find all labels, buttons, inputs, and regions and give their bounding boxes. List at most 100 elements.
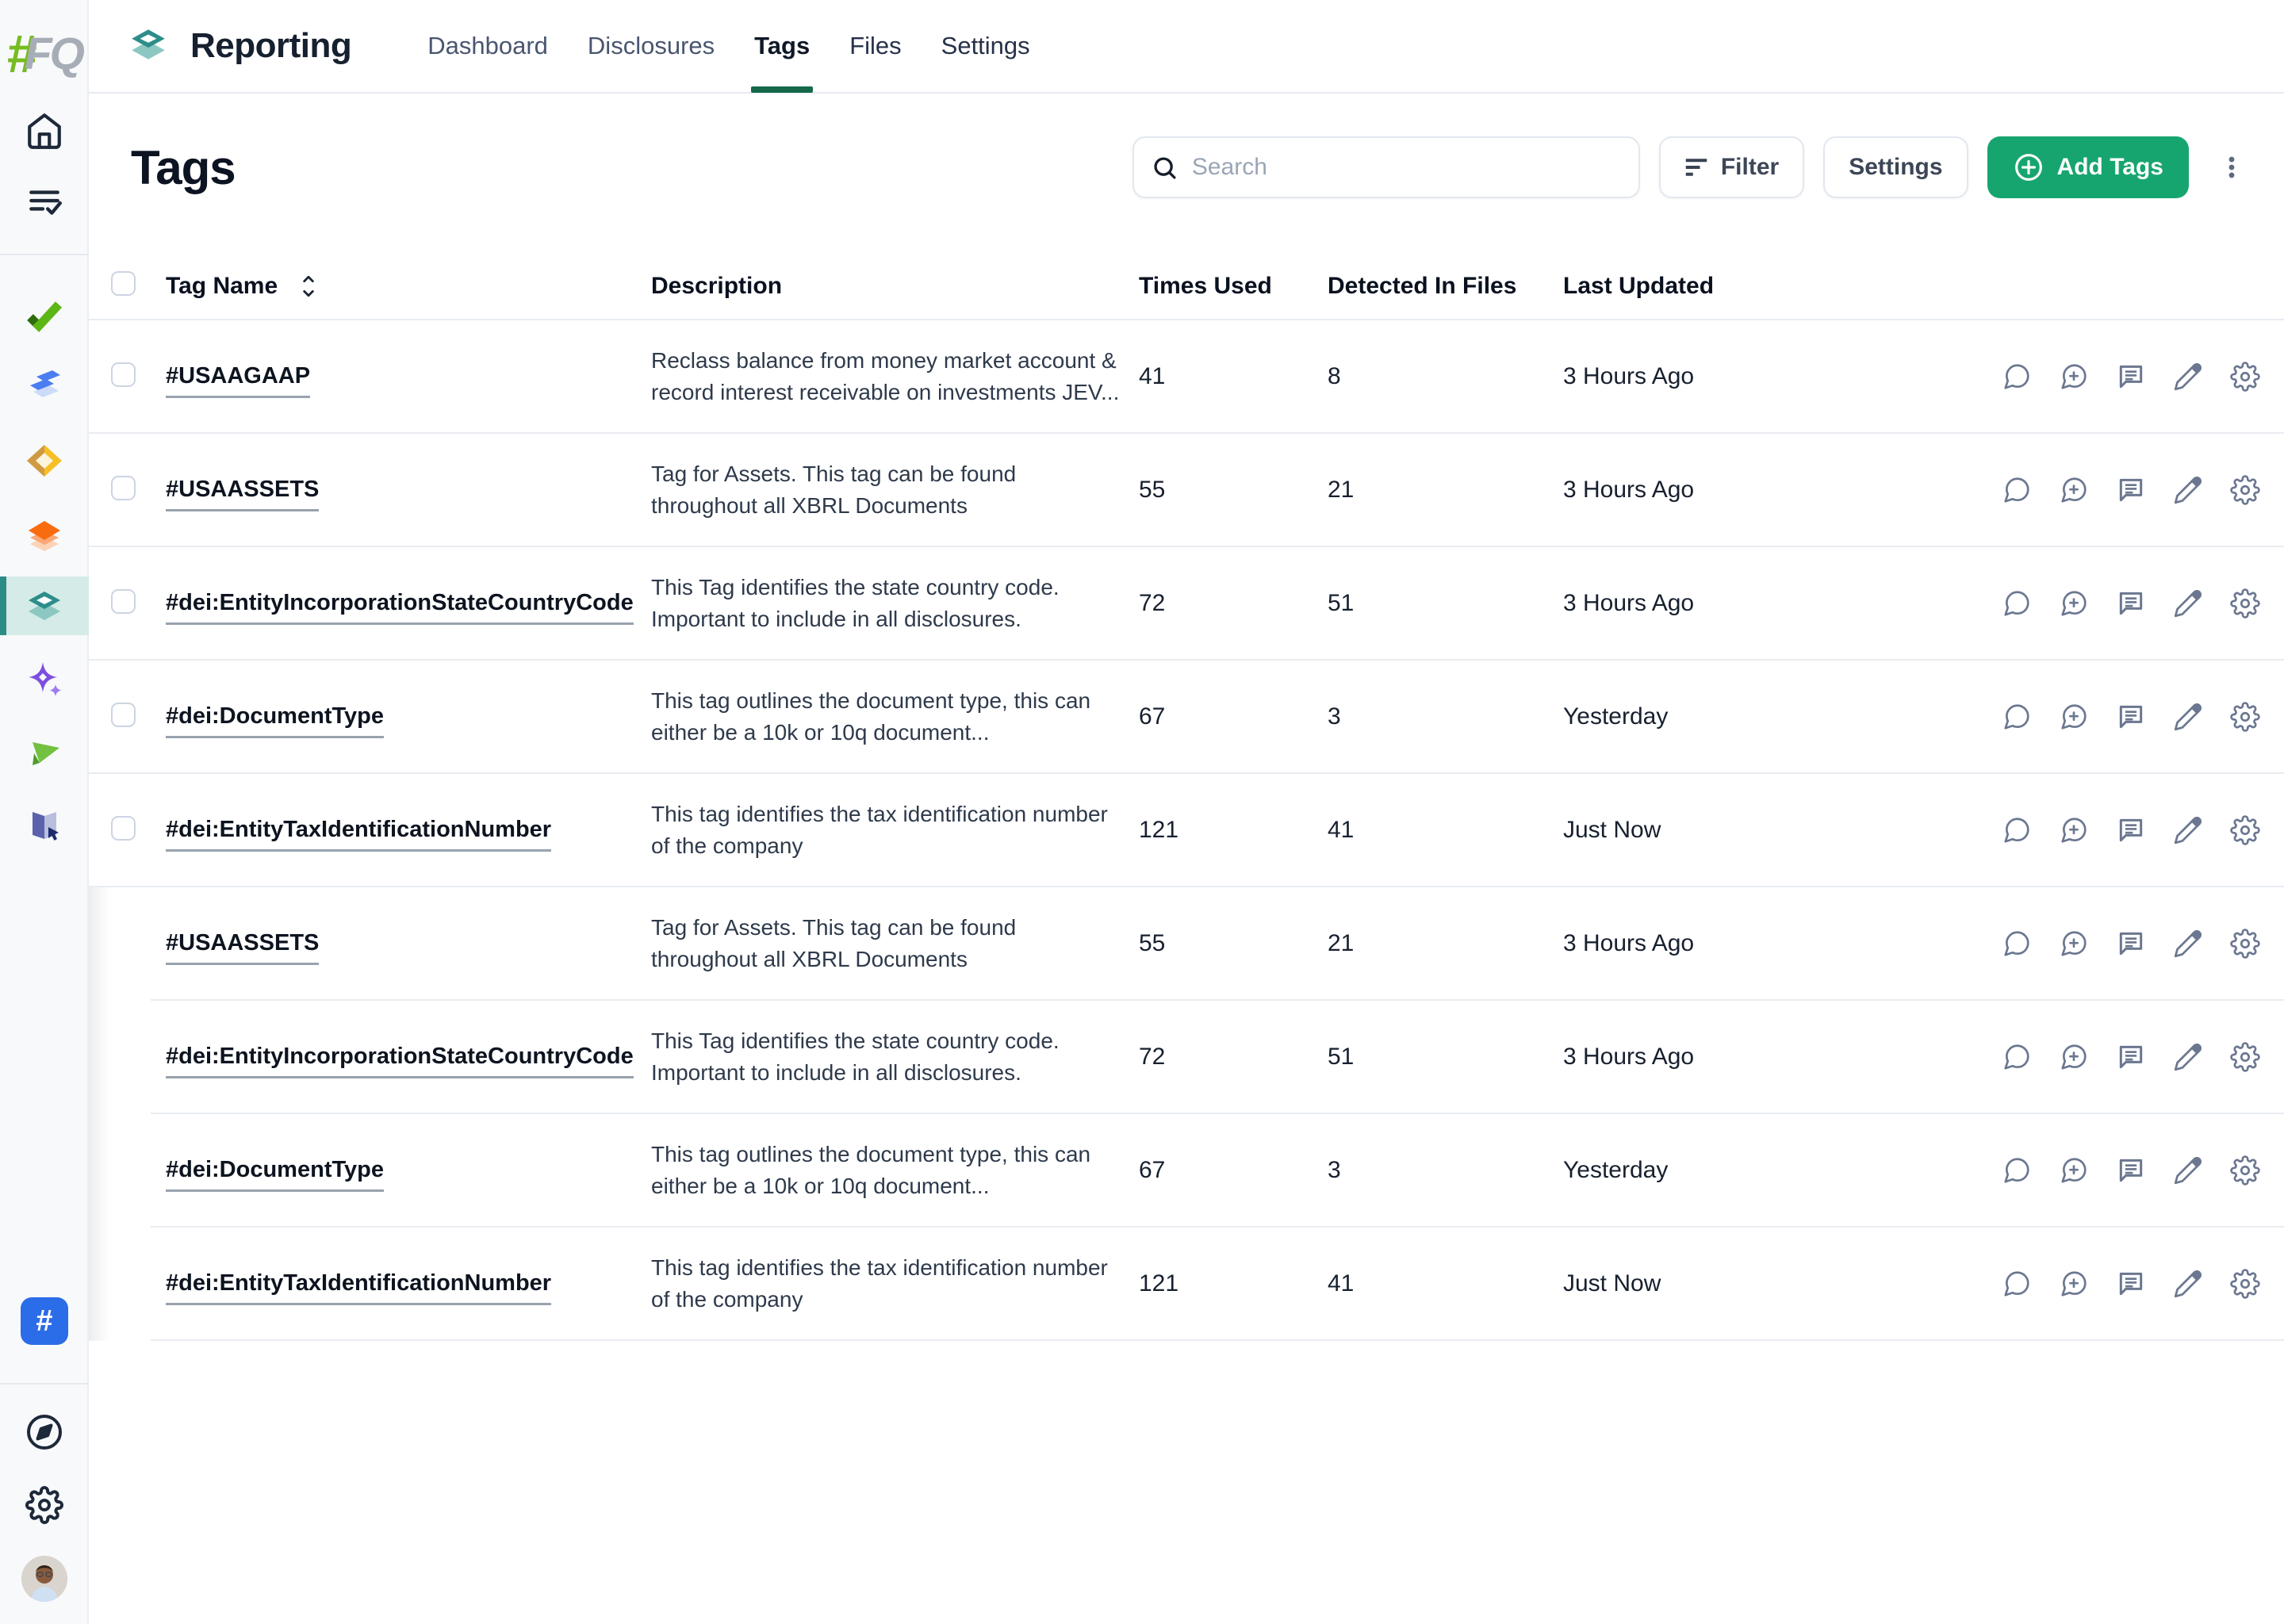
last-updated-value: Yesterday	[1563, 1157, 1994, 1184]
edit-pencil-icon[interactable]	[2173, 475, 2203, 505]
tag-name-link[interactable]: #dei:EntityTaxIdentificationNumber	[166, 1270, 551, 1305]
task-list-check-icon[interactable]	[0, 181, 89, 220]
add-tags-button[interactable]: Add Tags	[1987, 136, 2189, 198]
notes-icon[interactable]	[2116, 475, 2146, 505]
settings-gear-icon[interactable]	[0, 1486, 89, 1524]
row-checkbox[interactable]	[111, 589, 136, 614]
comment-bubble-icon[interactable]	[2002, 929, 2032, 959]
row-settings-gear-icon[interactable]	[2230, 1269, 2260, 1299]
top-navigation-bar: Reporting Dashboard Disclosures Tags Fil…	[89, 0, 2284, 94]
toolbar: Filter Settings Add Tags	[1132, 136, 2249, 198]
home-icon[interactable]	[0, 111, 89, 151]
edit-pencil-icon[interactable]	[2173, 815, 2203, 845]
row-settings-gear-icon[interactable]	[2230, 475, 2260, 505]
row-actions	[1994, 815, 2284, 845]
edit-pencil-icon[interactable]	[2173, 702, 2203, 732]
add-comment-icon[interactable]	[2059, 1269, 2089, 1299]
nav-disclosures[interactable]: Disclosures	[588, 0, 715, 93]
tag-name-link[interactable]: #USAASSETS	[166, 930, 319, 965]
app-book-cursor-icon[interactable]	[0, 804, 89, 845]
row-checkbox[interactable]	[111, 476, 136, 500]
nav-settings[interactable]: Settings	[941, 0, 1030, 93]
row-checkbox[interactable]	[111, 703, 136, 727]
filter-button[interactable]: Filter	[1659, 136, 1804, 198]
row-settings-gear-icon[interactable]	[2230, 929, 2260, 959]
tag-name-link[interactable]: #dei:EntityIncorporationStateCountryCode	[166, 1044, 634, 1078]
tag-description: Tag for Assets. This tag can be found th…	[651, 458, 1121, 522]
add-comment-icon[interactable]	[2059, 815, 2089, 845]
add-comment-icon[interactable]	[2059, 588, 2089, 619]
row-settings-gear-icon[interactable]	[2230, 815, 2260, 845]
notes-icon[interactable]	[2116, 362, 2146, 392]
comment-bubble-icon[interactable]	[2002, 362, 2032, 392]
add-comment-icon[interactable]	[2059, 929, 2089, 959]
comment-bubble-icon[interactable]	[2002, 475, 2032, 505]
app-sparkle-icon[interactable]	[0, 659, 89, 700]
edit-pencil-icon[interactable]	[2173, 1155, 2203, 1185]
nav-dashboard[interactable]: Dashboard	[427, 0, 548, 93]
comment-bubble-icon[interactable]	[2002, 1269, 2032, 1299]
hashtag-app-icon[interactable]: #	[21, 1297, 68, 1345]
sidebar-active-item-reporting[interactable]	[0, 576, 89, 635]
edit-pencil-icon[interactable]	[2173, 588, 2203, 619]
sort-icon[interactable]	[298, 274, 319, 299]
comment-bubble-icon[interactable]	[2002, 1155, 2032, 1185]
times-used-value: 67	[1139, 703, 1328, 730]
notes-icon[interactable]	[2116, 815, 2146, 845]
add-comment-icon[interactable]	[2059, 475, 2089, 505]
settings-button[interactable]: Settings	[1823, 136, 1968, 198]
app-box-icon[interactable]	[0, 440, 89, 481]
compass-icon[interactable]	[0, 1413, 89, 1451]
app-layers-blue-icon[interactable]	[0, 365, 89, 406]
table-row: #dei:DocumentType This tag outlines the …	[89, 1114, 2284, 1226]
notes-icon[interactable]	[2116, 588, 2146, 619]
nested-rows-group: #USAASSETS Tag for Assets. This tag can …	[89, 887, 2284, 1341]
comment-bubble-icon[interactable]	[2002, 702, 2032, 732]
nav-files[interactable]: Files	[849, 0, 901, 93]
notes-icon[interactable]	[2116, 1042, 2146, 1072]
row-checkbox[interactable]	[111, 362, 136, 387]
tag-description: This tag identifies the tax identificati…	[651, 1252, 1121, 1316]
row-settings-gear-icon[interactable]	[2230, 362, 2260, 392]
tag-name-link[interactable]: #dei:DocumentType	[166, 1157, 384, 1192]
nav-tags[interactable]: Tags	[754, 0, 810, 93]
add-comment-icon[interactable]	[2059, 702, 2089, 732]
row-settings-gear-icon[interactable]	[2230, 588, 2260, 619]
app-plane-icon[interactable]	[0, 731, 89, 772]
app-check-icon[interactable]	[0, 295, 89, 336]
primary-nav: Dashboard Disclosures Tags Files Setting…	[388, 0, 1029, 93]
notes-icon[interactable]	[2116, 929, 2146, 959]
comment-bubble-icon[interactable]	[2002, 815, 2032, 845]
notes-icon[interactable]	[2116, 1155, 2146, 1185]
last-updated-value: 3 Hours Ago	[1563, 363, 1994, 390]
edit-pencil-icon[interactable]	[2173, 362, 2203, 392]
notes-icon[interactable]	[2116, 702, 2146, 732]
row-settings-gear-icon[interactable]	[2230, 1155, 2260, 1185]
edit-pencil-icon[interactable]	[2173, 929, 2203, 959]
search-input[interactable]	[1192, 154, 1621, 181]
notes-icon[interactable]	[2116, 1269, 2146, 1299]
comment-bubble-icon[interactable]	[2002, 588, 2032, 619]
row-settings-gear-icon[interactable]	[2230, 702, 2260, 732]
select-all-checkbox[interactable]	[111, 271, 136, 296]
tag-name-link[interactable]: #USAAGAAP	[166, 363, 310, 398]
row-checkbox[interactable]	[111, 816, 136, 841]
tag-name-link[interactable]: #dei:EntityTaxIdentificationNumber	[166, 817, 551, 852]
tag-name-link[interactable]: #USAASSETS	[166, 477, 319, 511]
user-avatar[interactable]	[0, 1556, 89, 1602]
add-comment-icon[interactable]	[2059, 362, 2089, 392]
row-settings-gear-icon[interactable]	[2230, 1042, 2260, 1072]
times-used-value: 67	[1139, 1157, 1328, 1184]
search-box[interactable]	[1132, 136, 1640, 198]
add-comment-icon[interactable]	[2059, 1042, 2089, 1072]
add-comment-icon[interactable]	[2059, 1155, 2089, 1185]
app-layers-orange-icon[interactable]	[0, 511, 89, 553]
edit-pencil-icon[interactable]	[2173, 1042, 2203, 1072]
comment-bubble-icon[interactable]	[2002, 1042, 2032, 1072]
search-icon	[1152, 155, 1178, 181]
tag-name-link[interactable]: #dei:EntityIncorporationStateCountryCode	[166, 590, 634, 625]
tag-name-link[interactable]: #dei:DocumentType	[166, 703, 384, 738]
more-options-kebab-icon[interactable]	[2214, 144, 2249, 191]
edit-pencil-icon[interactable]	[2173, 1269, 2203, 1299]
table-row: #dei:EntityTaxIdentificationNumber This …	[89, 1228, 2284, 1339]
